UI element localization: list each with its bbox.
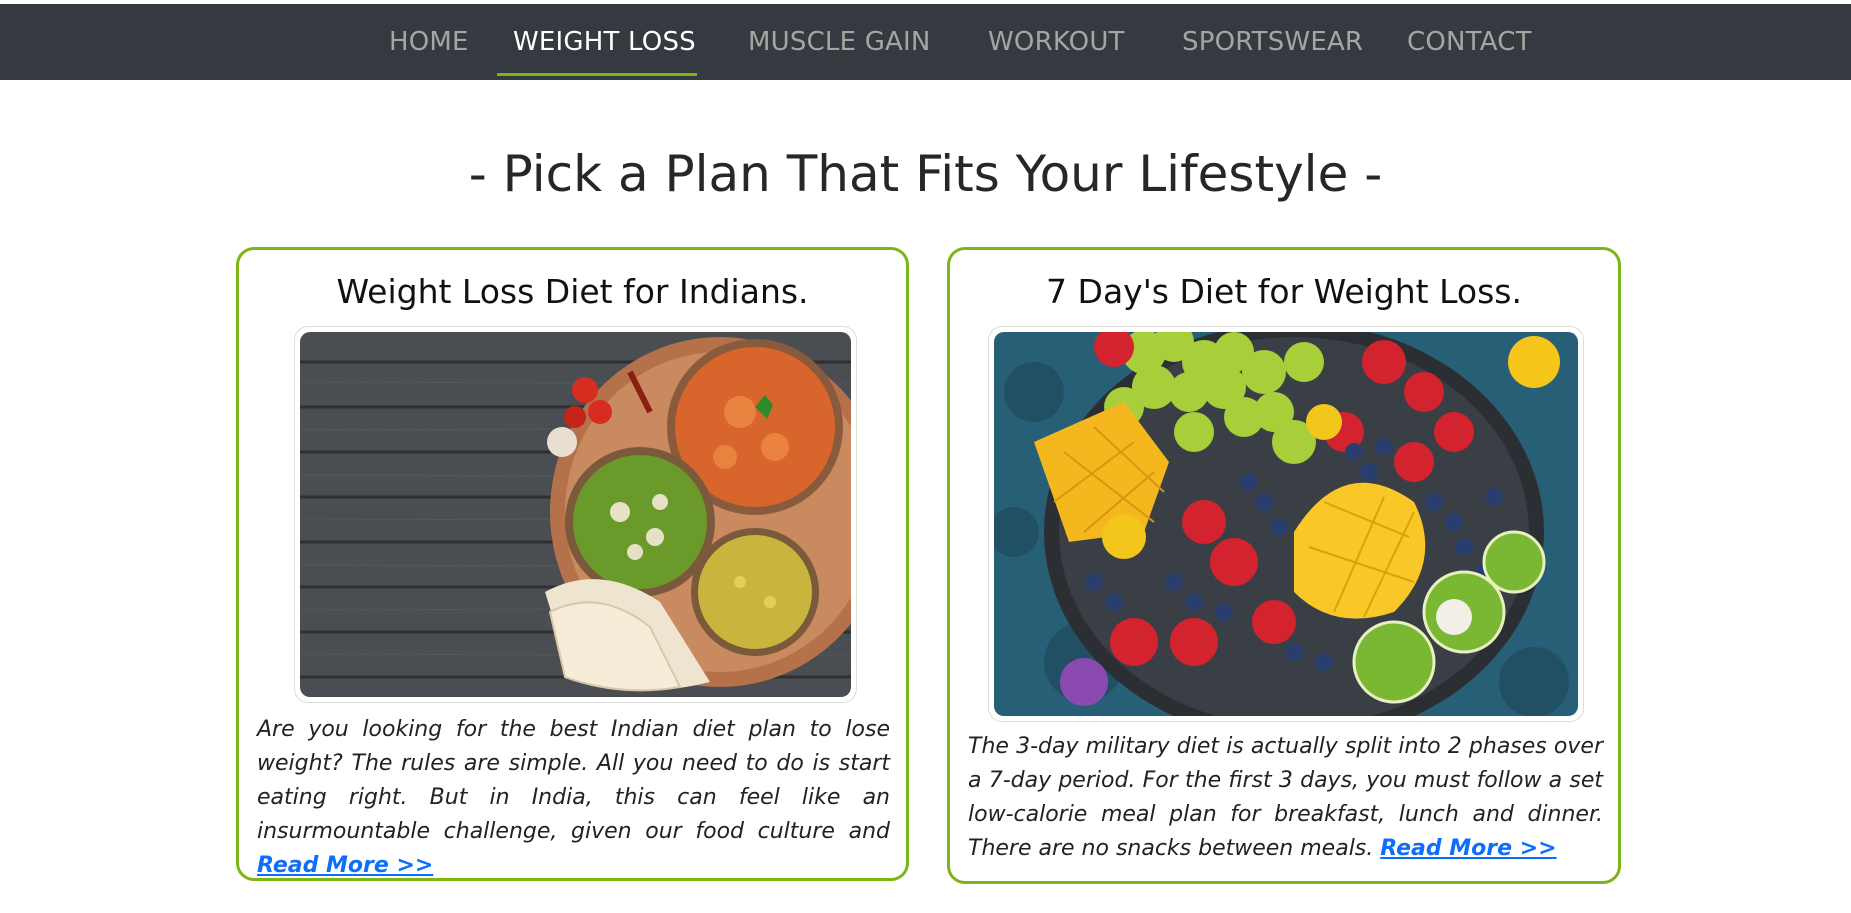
fruit-platter-image [988,326,1584,722]
nav-home[interactable]: HOME [389,4,469,80]
fruit-platter-photo [994,332,1578,716]
nav-weight-loss[interactable]: WEIGHT LOSS [513,4,696,80]
page-heading: - Pick a Plan That Fits Your Lifestyle - [468,145,1383,203]
nav-workout[interactable]: WORKOUT [988,4,1125,80]
card-title: 7 Day's Diet for Weight Loss. [1046,272,1522,311]
nav-muscle-gain[interactable]: MUSCLE GAIN [748,4,931,80]
plan-card-indian: Weight Loss Diet for Indians. Are you lo… [236,247,909,881]
nav-contact[interactable]: CONTACT [1407,4,1532,80]
plan-card-7-day: 7 Day's Diet for Weight Loss. The 3-day … [947,247,1621,884]
card-title: Weight Loss Diet for Indians. [336,272,809,311]
card-description: Are you looking for the best Indian diet… [257,713,890,883]
read-more-link[interactable]: Read More >> [257,853,433,878]
active-nav-indicator [497,73,697,76]
indian-food-photo [300,332,851,697]
indian-food-image [294,326,857,703]
card-description: The 3-day military diet is actually spli… [968,730,1603,866]
nav-sportswear[interactable]: SPORTSWEAR [1182,4,1363,80]
card-description-text: Are you looking for the best Indian diet… [257,717,890,844]
read-more-link[interactable]: Read More >> [1380,836,1556,861]
main-navbar: HOME WEIGHT LOSS MUSCLE GAIN WORKOUT SPO… [0,4,1851,80]
